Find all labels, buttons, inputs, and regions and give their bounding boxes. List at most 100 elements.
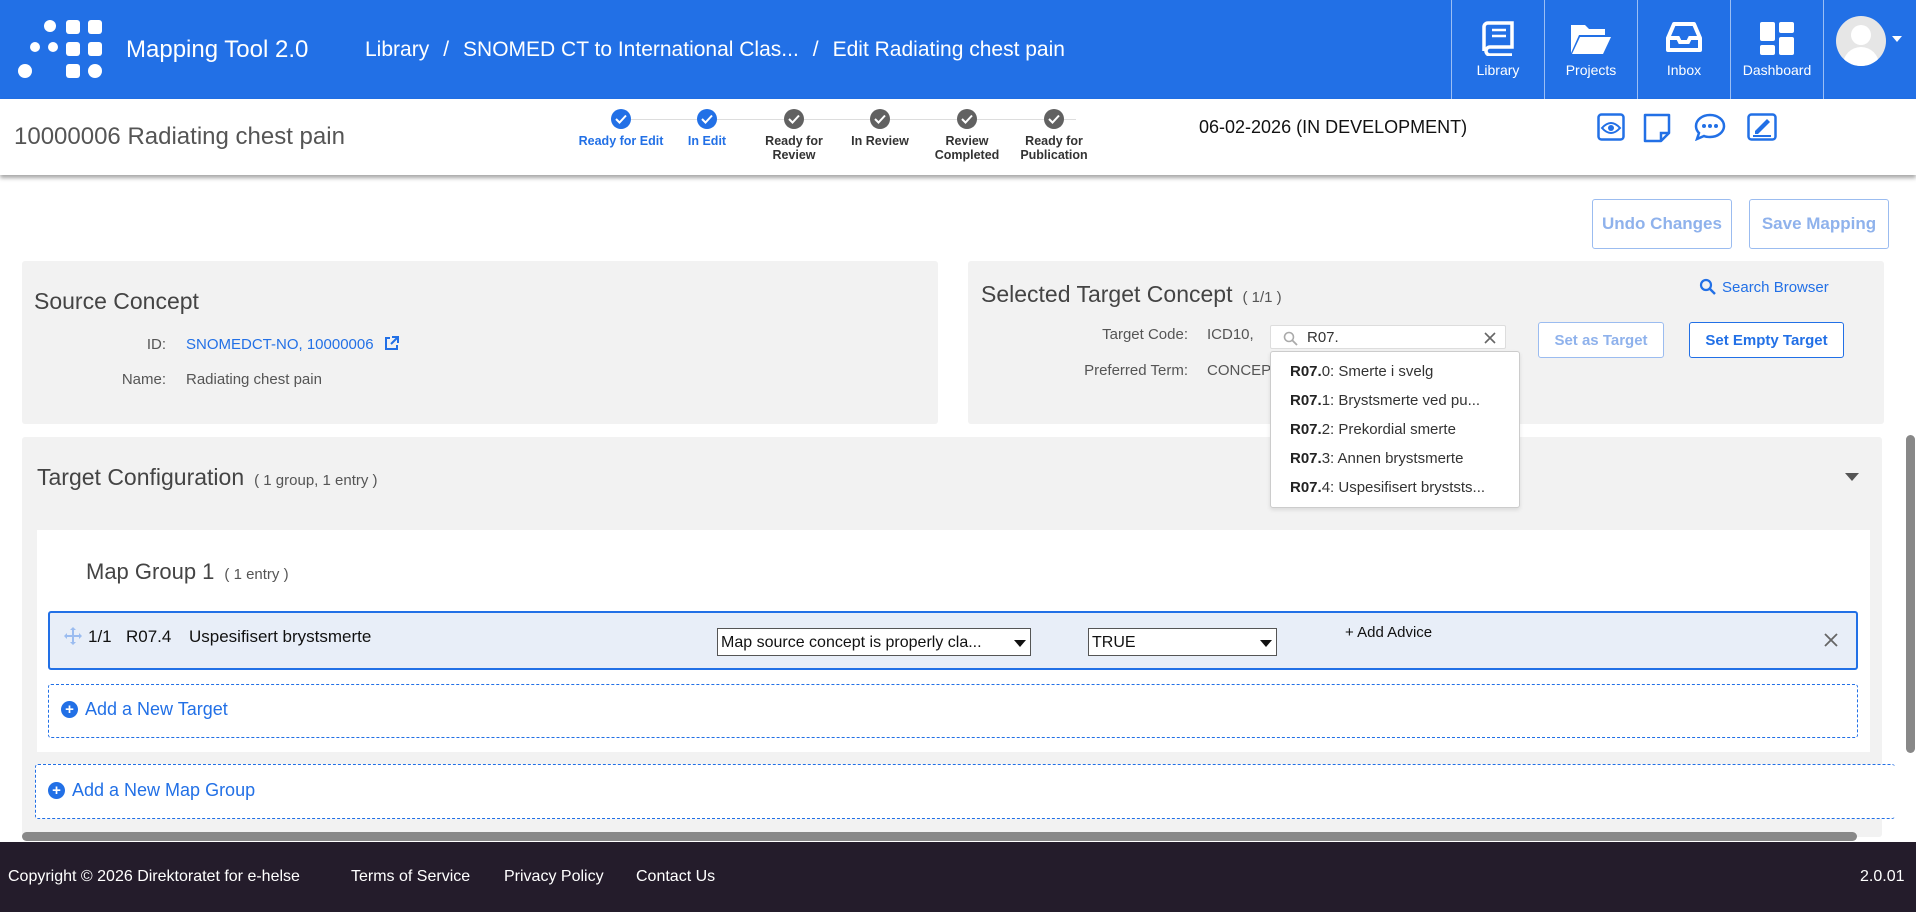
nav-dashboard-button[interactable]: Dashboard [1730, 0, 1823, 99]
comment-icon[interactable] [1694, 113, 1726, 141]
concept-header: 10000006 Radiating chest pain Ready for … [0, 99, 1916, 175]
add-map-group-box[interactable] [35, 764, 1895, 819]
suggestion-item[interactable]: R07.3: Annen brystsmerte [1290, 450, 1463, 467]
dashboard-icon [1760, 22, 1794, 55]
check-icon [870, 109, 890, 129]
add-new-target-link[interactable]: + Add a New Target [61, 699, 228, 720]
target-suggestions-dropdown: R07.0: Smerte i svelg R07.1: Brystsmerte… [1270, 351, 1520, 508]
eye-icon[interactable] [1597, 113, 1625, 141]
entry-term: Uspesifisert brystsmerte [189, 627, 372, 646]
footer-contact-link[interactable]: Contact Us [636, 868, 715, 886]
breadcrumb-separator: / [812, 38, 819, 61]
footer-version: 2.0.01 [1860, 868, 1905, 885]
target-code-label: Target Code: [1102, 326, 1188, 343]
search-icon [1699, 278, 1716, 295]
caret-down-icon[interactable] [1892, 36, 1902, 42]
target-search-input[interactable]: R07. [1270, 325, 1506, 349]
nav-inbox-button[interactable]: Inbox [1637, 0, 1730, 99]
folder-open-icon [1571, 25, 1611, 54]
workflow-step-in-edit: In Edit [662, 109, 752, 148]
book-icon [1482, 21, 1514, 56]
check-icon [611, 109, 631, 129]
undo-changes-button[interactable]: Undo Changes [1592, 199, 1732, 249]
source-name-label: Name: [121, 371, 166, 388]
entry-index: 1/1 [88, 627, 112, 646]
suggestion-item[interactable]: R07.1: Brystsmerte ved pu... [1290, 392, 1480, 409]
set-empty-target-button[interactable]: Set Empty Target [1689, 322, 1844, 358]
map-group-summary: ( 1 entry ) [224, 566, 289, 583]
add-advice-link[interactable]: + Add Advice [1345, 624, 1432, 641]
workflow-step-review-completed: Review Completed [922, 109, 1012, 162]
nav-library-label: Library [1476, 62, 1520, 78]
breadcrumb-project[interactable]: SNOMED CT to International Clas... [463, 38, 799, 61]
status-date: 06-02-2026 (IN DEVELOPMENT) [1199, 117, 1468, 137]
note-icon[interactable] [1643, 113, 1671, 143]
workflow-step-ready-for-publication: Ready for Publication [1009, 109, 1099, 162]
suggestion-item[interactable]: R07.0: Smerte i svelg [1290, 363, 1433, 380]
breadcrumb-separator: / [443, 38, 450, 61]
check-icon [957, 109, 977, 129]
caret-down-icon [1014, 640, 1026, 647]
target-code-value: ICD10, [1207, 326, 1254, 343]
check-icon [697, 109, 717, 129]
source-id-label: ID: [146, 336, 166, 353]
source-id-link[interactable]: SNOMEDCT-NO, 10000006 [186, 336, 399, 353]
workflow-step-ready-for-review: Ready for Review [749, 109, 839, 162]
caret-down-icon [1260, 640, 1272, 647]
check-icon [784, 109, 804, 129]
external-link-icon [384, 336, 399, 350]
map-group-title: Map Group 1( 1 entry ) [86, 559, 289, 584]
target-count: ( 1/1 ) [1242, 289, 1282, 306]
app-logo-icon[interactable] [18, 20, 114, 78]
preferred-term-label: Preferred Term: [1084, 362, 1188, 379]
footer-terms-link[interactable]: Terms of Service [351, 868, 470, 886]
nav-library-button[interactable]: Library [1451, 0, 1544, 99]
search-icon [1283, 331, 1298, 346]
target-configuration-title: Target Configuration( 1 group, 1 entry ) [37, 464, 378, 490]
add-target-box[interactable] [48, 684, 1858, 738]
breadcrumb-library[interactable]: Library [365, 38, 429, 61]
nav-projects-label: Projects [1565, 62, 1617, 78]
plus-circle-icon: + [48, 782, 65, 799]
footer-copyright: Copyright © 2026 Direktoratet for e-hels… [8, 868, 300, 885]
signature-icon[interactable] [1747, 113, 1777, 141]
target-configuration-summary: ( 1 group, 1 entry ) [254, 472, 378, 489]
nav-dashboard-label: Dashboard [1742, 62, 1812, 78]
drag-handle-icon[interactable] [64, 627, 82, 645]
check-icon [1044, 109, 1064, 129]
breadcrumb-current: Edit Radiating chest pain [832, 38, 1065, 61]
suggestion-item[interactable]: R07.2: Prekordial smerte [1290, 421, 1456, 438]
nav-divider [1823, 0, 1824, 99]
clear-icon[interactable] [1483, 331, 1497, 345]
footer: Copyright © 2026 Direktoratet for e-hels… [0, 842, 1916, 912]
app-title[interactable]: Mapping Tool 2.0 [126, 36, 308, 64]
map-rule-select[interactable]: TRUE [1088, 628, 1277, 656]
add-new-map-group-link[interactable]: + Add a New Map Group [48, 780, 255, 801]
suggestion-item[interactable]: R07.4: Uspesifisert bryststs... [1290, 479, 1485, 496]
plus-circle-icon: + [61, 701, 78, 718]
source-concept-title: Source Concept [34, 288, 199, 314]
map-relation-select[interactable]: Map source concept is properly cla... [717, 628, 1031, 656]
target-search-value: R07. [1307, 329, 1339, 346]
user-avatar[interactable] [1836, 16, 1886, 66]
target-concept-title: Selected Target Concept( 1/1 ) [981, 281, 1282, 307]
nav-projects-button[interactable]: Projects [1544, 0, 1637, 99]
inbox-icon [1666, 22, 1702, 52]
search-browser-link[interactable]: Search Browser [1699, 278, 1829, 296]
source-name-value: Radiating chest pain [186, 371, 322, 388]
nav-inbox-label: Inbox [1666, 62, 1702, 78]
workflow-step-ready-for-edit: Ready for Edit [576, 109, 666, 148]
footer-privacy-link[interactable]: Privacy Policy [504, 868, 604, 886]
collapse-caret-icon[interactable] [1845, 473, 1859, 481]
vertical-scrollbar[interactable] [1906, 435, 1915, 753]
concept-title: 10000006 Radiating chest pain [14, 123, 345, 150]
save-mapping-button[interactable]: Save Mapping [1749, 199, 1889, 249]
map-entry-row[interactable]: 1/1 R07.4 Uspesifisert brystsmerte Map s… [48, 611, 1858, 670]
horizontal-scrollbar[interactable] [22, 832, 1857, 841]
workflow-step-in-review: In Review [835, 109, 925, 148]
entry-code: R07.4 [126, 627, 172, 646]
top-navbar: Mapping Tool 2.0 Library / SNOMED CT to In… [0, 0, 1916, 99]
set-as-target-button[interactable]: Set as Target [1538, 322, 1664, 358]
breadcrumb: Library / SNOMED CT to International Clas.… [365, 38, 1065, 62]
close-icon[interactable] [1823, 632, 1839, 648]
